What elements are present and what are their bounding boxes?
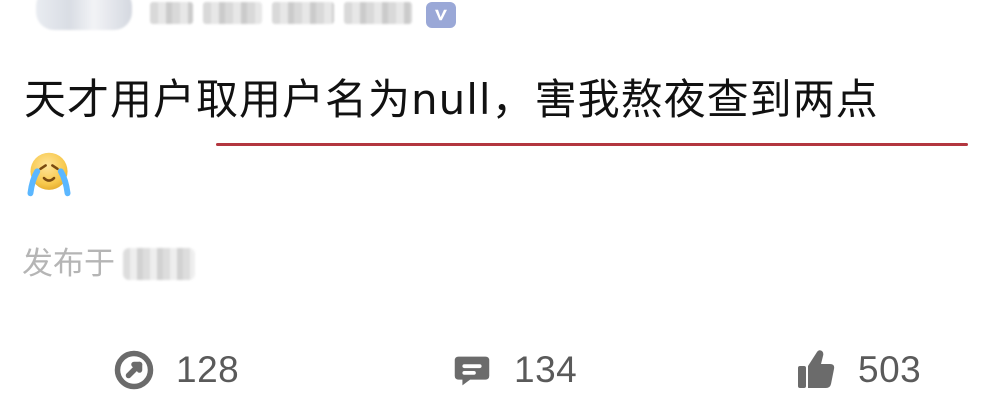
comment-count: 134 [514, 349, 578, 390]
author-name-blurred[interactable] [150, 0, 412, 26]
text-underline [216, 143, 968, 146]
publish-line: 发布于 [22, 244, 195, 284]
verified-v-icon [435, 9, 447, 21]
repost-count: 128 [176, 349, 240, 390]
avatar[interactable] [36, 0, 132, 30]
author-name-blur-block [271, 2, 335, 24]
comment-button[interactable]: 134 [448, 340, 577, 400]
crying-face-emoji [27, 152, 71, 197]
post-text: 天才用户取用户名为null，害我熬夜查到两点 [24, 75, 879, 124]
author-name-blur-block [203, 2, 262, 24]
thumbs-up-icon [792, 346, 840, 394]
repost-button[interactable]: 128 [110, 340, 239, 400]
like-button[interactable]: 503 [792, 340, 921, 400]
post-header [0, 0, 986, 36]
like-count: 503 [858, 349, 922, 390]
author-name-blur-block [344, 2, 412, 24]
verified-badge [426, 2, 456, 28]
publish-value-blurred [123, 248, 195, 280]
comment-icon [448, 346, 496, 394]
repost-icon [110, 346, 158, 394]
author-name-blur-block [150, 2, 194, 24]
post-actions: 128 134 503 [0, 340, 986, 400]
publish-label: 发布于 [22, 246, 115, 282]
